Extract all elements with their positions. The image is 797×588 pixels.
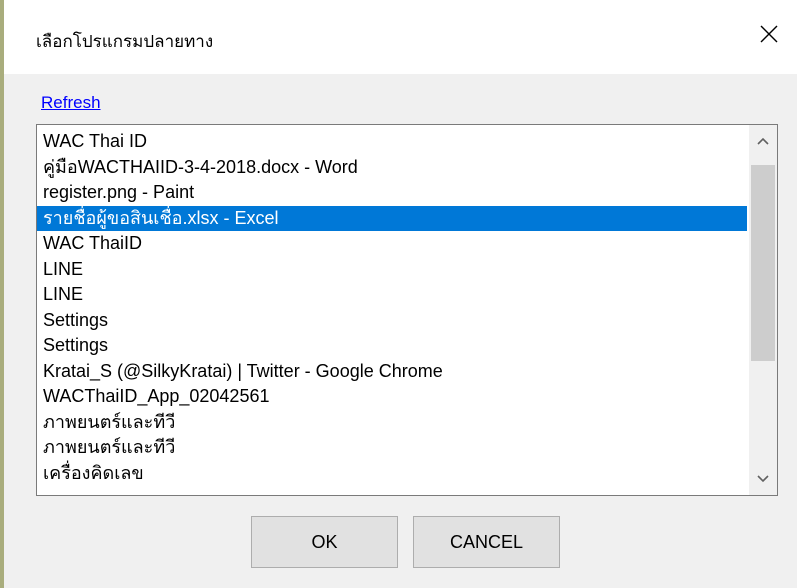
list-item[interactable]: ภาพยนตร์และทีวี	[37, 435, 747, 461]
title-bar: เลือกโปรแกรมปลายทาง	[4, 0, 797, 74]
scroll-down-button[interactable]	[749, 463, 777, 495]
cancel-button[interactable]: CANCEL	[413, 516, 560, 568]
close-icon	[760, 25, 778, 43]
vertical-scrollbar[interactable]	[749, 125, 777, 495]
list-item[interactable]: LINE	[37, 282, 747, 308]
list-item[interactable]: WAC ThaiID	[37, 231, 747, 257]
window-list: WAC Thai ID คู่มือWACTHAIID-3-4-2018.docx…	[37, 129, 777, 486]
list-item[interactable]: รายชื่อผู้ขอสินเชื่อ.xlsx - Excel	[37, 205, 747, 231]
chevron-down-icon	[757, 475, 769, 483]
list-item[interactable]: LINE	[37, 257, 747, 283]
window-listbox[interactable]: WAC Thai ID คู่มือWACTHAIID-3-4-2018.docx…	[36, 124, 778, 496]
chevron-up-icon	[757, 137, 769, 145]
list-item[interactable]: คู่มือWACTHAIID-3-4-2018.docx - Word	[37, 155, 747, 181]
list-item[interactable]: เครื่องคิดเลข	[37, 461, 747, 487]
list-item[interactable]: Settings	[37, 308, 747, 334]
ok-button[interactable]: OK	[251, 516, 398, 568]
scrollbar-thumb[interactable]	[751, 165, 775, 361]
list-item[interactable]: ภาพยนตร์และทีวี	[37, 410, 747, 436]
list-item[interactable]: Settings	[37, 333, 747, 359]
scroll-up-button[interactable]	[749, 125, 777, 157]
list-item[interactable]: Kratai_S (@SilkyKratai) | Twitter - Goog…	[37, 359, 747, 385]
list-item[interactable]: WAC Thai ID	[37, 129, 747, 155]
close-button[interactable]	[747, 12, 791, 56]
dialog-title: เลือกโปรแกรมปลายทาง	[36, 32, 214, 52]
window-border	[0, 0, 4, 588]
refresh-link[interactable]: Refresh	[41, 93, 101, 113]
list-item[interactable]: register.png - Paint	[37, 180, 747, 206]
list-item[interactable]: WACThaiID_App_02042561	[37, 384, 747, 410]
